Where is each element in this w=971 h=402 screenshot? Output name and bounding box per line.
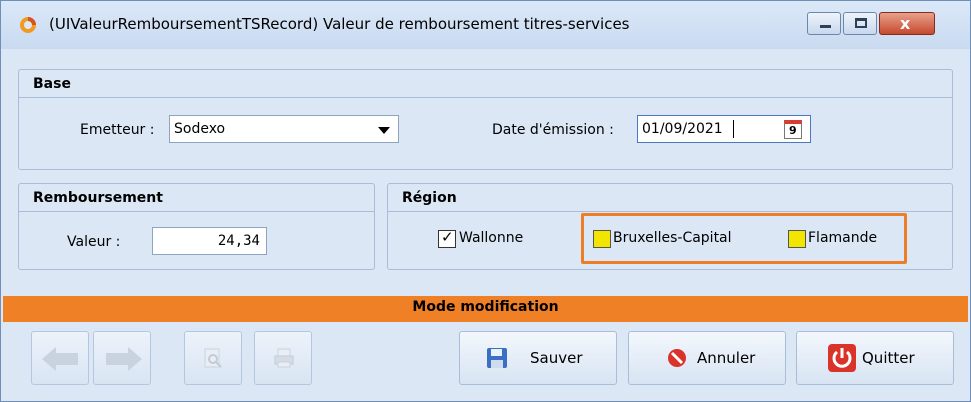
cancel-button[interactable]: Annuler bbox=[628, 331, 786, 385]
bruxelles-capital-label[interactable]: Bruxelles-Capital bbox=[613, 230, 732, 246]
emetteur-value: Sodexo bbox=[174, 121, 226, 137]
date-emission-label: Date d'émission : bbox=[492, 122, 614, 138]
base-panel: Base Emetteur : Sodexo Date d'émission :… bbox=[18, 69, 953, 170]
base-heading: Base bbox=[19, 70, 952, 98]
mode-status-bar: Mode modification bbox=[3, 296, 968, 322]
app-logo-icon bbox=[20, 17, 36, 33]
close-button[interactable]: x bbox=[879, 12, 935, 35]
quit-button[interactable]: Quitter bbox=[796, 331, 954, 385]
maximize-icon bbox=[855, 18, 867, 28]
flamande-checkbox[interactable] bbox=[788, 230, 806, 248]
close-icon: x bbox=[900, 14, 911, 33]
calendar-icon[interactable]: 9 bbox=[784, 120, 802, 139]
minimize-icon bbox=[820, 25, 831, 28]
save-label: Sauver bbox=[530, 349, 583, 367]
valeur-value: 24,34 bbox=[217, 233, 260, 249]
next-record-button[interactable] bbox=[93, 331, 151, 385]
flamande-label[interactable]: Flamande bbox=[808, 230, 877, 246]
date-emission-field[interactable]: 01/09/2021 9 bbox=[637, 115, 811, 143]
wallonne-checkbox[interactable]: ✓ bbox=[438, 228, 456, 248]
save-button[interactable]: Sauver bbox=[459, 331, 617, 385]
remboursement-panel: Remboursement Valeur : 24,34 bbox=[18, 183, 375, 270]
minimize-button[interactable] bbox=[807, 12, 841, 35]
wallonne-label[interactable]: Wallonne bbox=[459, 230, 523, 246]
bruxelles-capital-checkbox[interactable] bbox=[593, 230, 611, 248]
printer-icon bbox=[274, 348, 294, 368]
cancel-label: Annuler bbox=[697, 349, 756, 367]
date-emission-value: 01/09/2021 bbox=[642, 121, 723, 137]
region-heading: Région bbox=[388, 184, 952, 212]
magnifier-icon bbox=[204, 348, 222, 368]
check-mark-icon: ✓ bbox=[441, 228, 454, 246]
valeur-label: Valeur : bbox=[67, 234, 121, 250]
valeur-input[interactable]: 24,34 bbox=[152, 227, 267, 255]
preview-button[interactable] bbox=[184, 331, 242, 385]
dialog-window: (UIValeurRemboursementTSRecord) Valeur d… bbox=[0, 0, 971, 402]
chevron-down-icon[interactable] bbox=[378, 127, 390, 134]
calendar-day: 9 bbox=[789, 124, 797, 137]
previous-record-button[interactable] bbox=[31, 331, 89, 385]
text-caret bbox=[733, 120, 734, 138]
title-bar[interactable]: (UIValeurRemboursementTSRecord) Valeur d… bbox=[1, 1, 970, 49]
window-title: (UIValeurRemboursementTSRecord) Valeur d… bbox=[49, 15, 630, 33]
print-button[interactable] bbox=[254, 331, 312, 385]
arrow-left-icon bbox=[42, 347, 78, 371]
remboursement-heading: Remboursement bbox=[19, 184, 374, 212]
floppy-disk-icon bbox=[487, 348, 507, 368]
power-icon bbox=[828, 344, 856, 372]
maximize-button[interactable] bbox=[843, 12, 877, 35]
quit-label: Quitter bbox=[862, 349, 915, 367]
arrow-right-icon bbox=[106, 347, 142, 371]
cancel-icon bbox=[668, 349, 686, 367]
emetteur-label: Emetteur : bbox=[80, 122, 155, 138]
emetteur-select[interactable]: Sodexo bbox=[169, 115, 399, 143]
